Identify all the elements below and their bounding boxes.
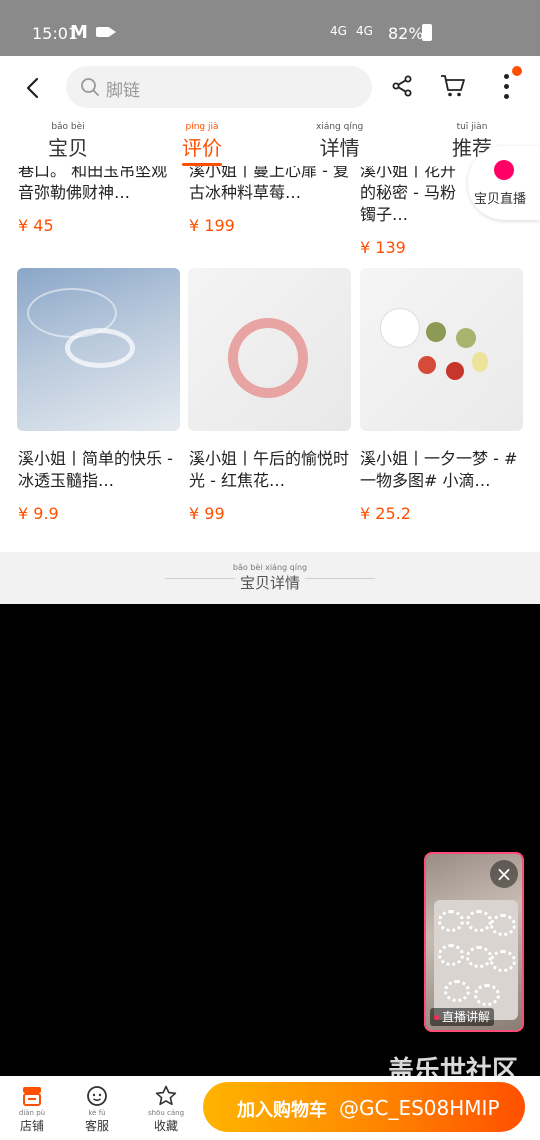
tab-label: 详情 xyxy=(319,136,360,160)
more-menu-icon[interactable] xyxy=(504,74,510,100)
product-name: 溪小姐丨蔓上心扉 - 复古冰种料草莓… xyxy=(189,166,349,202)
recommend-product-list: 巷口。 和田玉吊坠观音弥勒佛财神… ¥ 45 溪小姐丨蔓上心扉 - 复古冰种料草… xyxy=(0,166,540,552)
product-image[interactable] xyxy=(188,268,351,431)
product-name: 巷口。 和田玉吊坠观音弥勒佛财神… xyxy=(18,166,168,202)
shop-pinyin: diàn pù xyxy=(18,1109,46,1117)
live-tag: 直播讲解 xyxy=(430,1008,495,1026)
bottom-action-bar: diàn pù 店铺 kè fú 客服 shōu cáng 收藏 加入购物车 @… xyxy=(0,1076,540,1140)
service-label: 客服 xyxy=(84,1119,109,1133)
product-card[interactable]: 巷口。 和田玉吊坠观音弥勒佛财神… ¥ 45 xyxy=(18,166,182,235)
product-price: ¥ 199 xyxy=(189,216,235,235)
tab-bar: bǎo bèi 宝贝 píng jià 评价 xiáng qíng 详情 tuī… xyxy=(0,123,540,163)
product-card[interactable]: 溪小姐丨一夕一梦 - #一物多图# 小滴… ¥ 25.2 xyxy=(360,448,524,523)
top-bar: 脚链 bǎo bèi 宝贝 píng jià 评价 xiáng qíng 详情 … xyxy=(0,56,540,166)
shop-label: 店铺 xyxy=(19,1119,44,1133)
tab-details[interactable]: xiáng qíng 详情 xyxy=(316,123,363,161)
tab-label: 宝贝 xyxy=(48,136,88,160)
share-icon[interactable] xyxy=(390,74,414,98)
product-name: 溪小姐丨一夕一梦 - #一物多图# 小滴… xyxy=(360,449,518,490)
back-arrow-icon[interactable] xyxy=(22,76,46,100)
product-card[interactable]: 溪小姐丨午后的愉悦时光 - 红焦花… ¥ 99 xyxy=(189,448,353,523)
battery-icon xyxy=(422,24,432,41)
close-icon[interactable]: × xyxy=(490,860,518,888)
network-indicator-2: 4G xyxy=(356,24,373,38)
customer-service-icon xyxy=(87,1086,107,1106)
product-name: 溪小姐丨花开的秘密 - 马粉镯子… xyxy=(360,166,457,224)
tab-pinyin: píng jià xyxy=(185,122,219,132)
add-to-cart-label: 加入购物车 xyxy=(237,1100,327,1121)
live-chart-icon xyxy=(494,160,514,180)
tab-reviews[interactable]: píng jià 评价 xyxy=(182,123,222,166)
favorite-button[interactable]: shōu cáng 收藏 xyxy=(146,1084,186,1134)
product-image[interactable] xyxy=(17,268,180,431)
product-price: ¥ 25.2 xyxy=(360,504,411,523)
tab-label: 评价 xyxy=(182,136,222,160)
detail-title-pinyin: bǎo bèi xiáng qíng xyxy=(232,563,308,572)
favorite-pinyin: shōu cáng xyxy=(147,1109,185,1117)
search-icon xyxy=(81,78,99,96)
product-name: 溪小姐丨简单的快乐 - 冰透玉髓指… xyxy=(18,449,173,490)
buy-now-label: @GC_ES08HMIP xyxy=(339,1096,500,1120)
notification-badge xyxy=(512,66,522,76)
product-price: ¥ 9.9 xyxy=(18,504,59,523)
product-card[interactable]: 溪小姐丨花开的秘密 - 马粉镯子… ¥ 139 xyxy=(360,166,470,257)
product-card[interactable]: 溪小姐丨简单的快乐 - 冰透玉髓指… ¥ 9.9 xyxy=(18,448,182,523)
search-input[interactable]: 脚链 xyxy=(66,66,372,108)
battery-level: 82% xyxy=(388,24,424,43)
shop-button[interactable]: diàn pù 店铺 xyxy=(12,1084,52,1134)
video-icon xyxy=(96,27,116,37)
product-image[interactable] xyxy=(360,268,523,431)
live-shortcut-button[interactable]: 宝贝直播 xyxy=(468,146,540,220)
add-to-cart-button[interactable]: 加入购物车 @GC_ES08HMIP xyxy=(203,1082,525,1132)
detail-title: bǎo bèi xiáng qíng 宝贝详情 xyxy=(0,564,540,593)
product-price: ¥ 99 xyxy=(189,504,225,523)
status-bar: 15:01 M 4G 4G 82% xyxy=(0,0,540,56)
detail-title-text: 宝贝详情 xyxy=(239,574,300,592)
cart-icon[interactable] xyxy=(440,74,466,98)
product-card[interactable]: 溪小姐丨蔓上心扉 - 复古冰种料草莓… ¥ 199 xyxy=(189,166,353,235)
product-name: 溪小姐丨午后的愉悦时光 - 红焦花… xyxy=(189,449,350,490)
search-placeholder: 脚链 xyxy=(106,81,140,101)
tab-pinyin: bǎo bèi xyxy=(51,122,85,132)
tab-pinyin: tuī jiàn xyxy=(456,122,488,132)
live-mini-player[interactable]: × 直播讲解 xyxy=(424,852,524,1032)
favorite-label: 收藏 xyxy=(153,1119,178,1133)
shop-icon xyxy=(23,1087,41,1106)
service-pinyin: kè fú xyxy=(88,1109,106,1117)
tab-products[interactable]: bǎo bèi 宝贝 xyxy=(48,123,88,161)
tab-pinyin: xiáng qíng xyxy=(316,122,364,132)
live-video-frame xyxy=(434,900,518,1020)
star-icon xyxy=(155,1085,177,1106)
product-price: ¥ 45 xyxy=(18,216,54,235)
network-indicator-1: 4G xyxy=(330,24,347,38)
product-price: ¥ 139 xyxy=(360,238,406,257)
customer-service-button[interactable]: kè fú 客服 xyxy=(77,1084,117,1134)
live-shortcut-label: 宝贝直播 xyxy=(474,192,527,207)
detail-section-header: bǎo bèi xiáng qíng 宝贝详情 xyxy=(0,552,540,604)
mail-icon: M xyxy=(70,22,88,43)
